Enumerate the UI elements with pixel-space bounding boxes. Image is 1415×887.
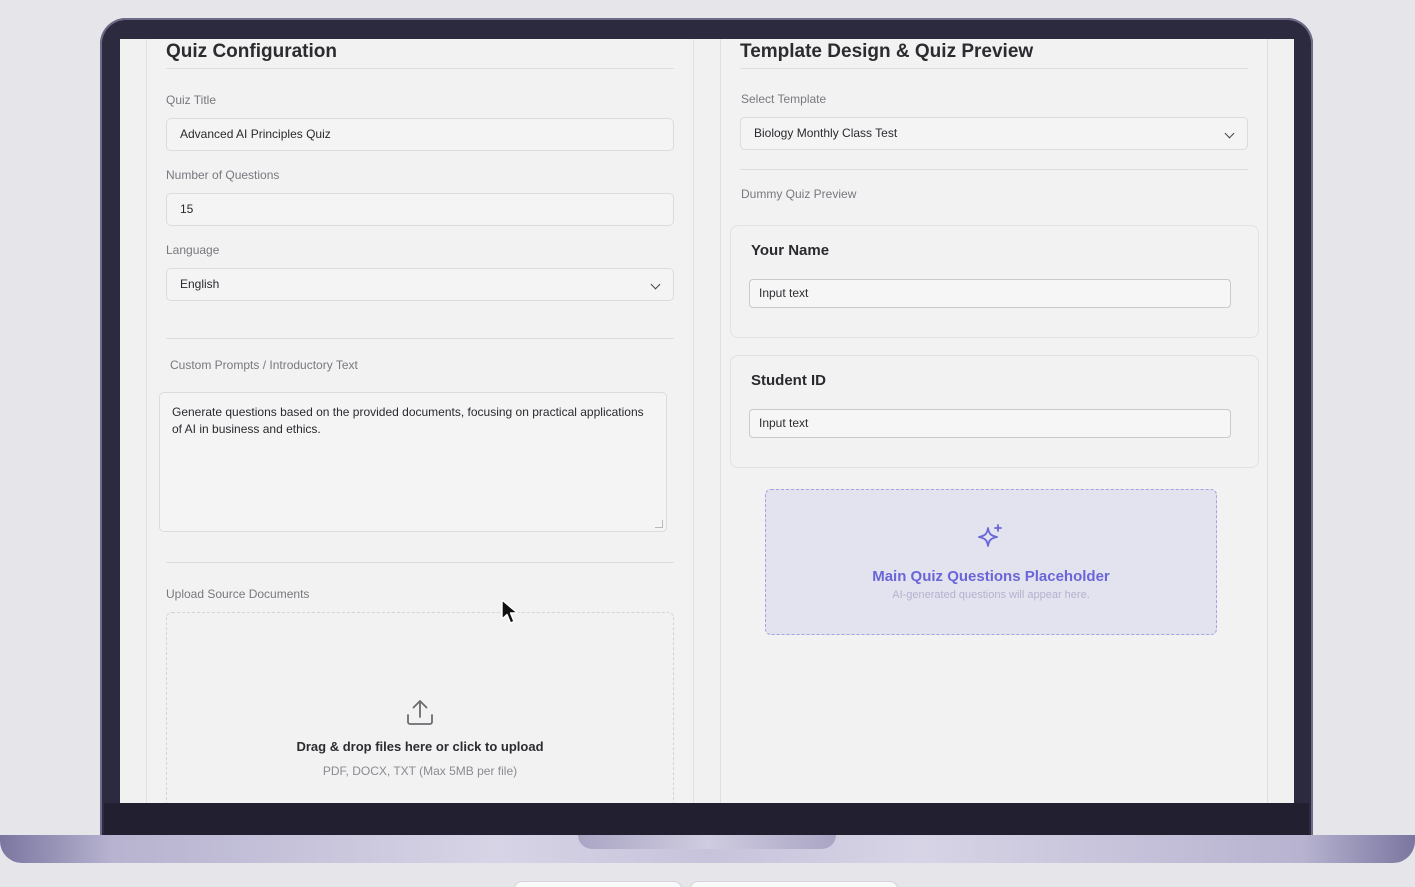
- prompts-divider: [166, 562, 674, 563]
- placeholder-title: Main Quiz Questions Placeholder: [872, 568, 1110, 585]
- template-selected-value: Biology Monthly Class Test: [754, 126, 898, 140]
- template-heading-divider: [740, 68, 1248, 69]
- config-heading: Quiz Configuration: [166, 41, 337, 62]
- name-card-title: Your Name: [751, 242, 830, 259]
- num-questions-label: Number of Questions: [166, 168, 280, 182]
- chevron-down-icon: [1224, 128, 1235, 139]
- laptop-bezel: [104, 803, 1309, 835]
- student-id-input[interactable]: Input text: [749, 409, 1231, 438]
- upload-label: Upload Source Documents: [166, 587, 310, 601]
- num-questions-input[interactable]: 15: [166, 193, 674, 226]
- quiz-configuration-panel: Quiz Configuration Quiz Title Advanced A…: [146, 39, 694, 803]
- select-template-label: Select Template: [741, 92, 827, 106]
- custom-prompts-textarea[interactable]: Generate questions based on the provided…: [159, 392, 667, 532]
- language-divider: [166, 338, 674, 339]
- preview-label: Dummy Quiz Preview: [741, 187, 857, 201]
- language-select[interactable]: English: [166, 268, 674, 301]
- mouse-pointer-icon: [501, 599, 519, 624]
- custom-prompts-text: Generate questions based on the provided…: [172, 405, 644, 436]
- config-heading-divider: [166, 68, 674, 69]
- resize-grip-icon[interactable]: [655, 520, 663, 528]
- student-id-card-title: Student ID: [751, 372, 826, 389]
- app-screen: Quiz Configuration Quiz Title Advanced A…: [120, 39, 1294, 803]
- stand-right: [690, 881, 898, 887]
- name-card: Your Name Input text: [730, 225, 1259, 338]
- upload-hint: PDF, DOCX, TXT (Max 5MB per file): [322, 764, 518, 778]
- upload-dropzone[interactable]: Drag & drop files here or click to uploa…: [166, 612, 674, 803]
- student-id-card: Student ID Input text: [730, 355, 1259, 468]
- language-label: Language: [166, 243, 220, 257]
- upload-title: Drag & drop files here or click to uploa…: [296, 739, 544, 754]
- template-select[interactable]: Biology Monthly Class Test: [740, 117, 1248, 150]
- sparkle-icon: [978, 524, 1002, 547]
- name-input[interactable]: Input text: [749, 279, 1231, 308]
- language-selected-value: English: [180, 277, 220, 291]
- template-heading: Template Design & Quiz Preview: [740, 41, 1034, 62]
- laptop-hinge-notch: [578, 835, 836, 849]
- quiz-title-input[interactable]: Advanced AI Principles Quiz: [166, 118, 674, 151]
- questions-placeholder: Main Quiz Questions Placeholder AI-gener…: [765, 489, 1217, 635]
- stand-left: [514, 881, 682, 887]
- placeholder-subtitle: AI-generated questions will appear here.: [892, 589, 1090, 601]
- template-preview-panel: Template Design & Quiz Preview Select Te…: [720, 39, 1268, 803]
- template-divider: [740, 169, 1248, 170]
- chevron-down-icon: [650, 279, 661, 290]
- upload-icon: [407, 700, 433, 725]
- quiz-title-label: Quiz Title: [166, 93, 217, 107]
- custom-prompts-label: Custom Prompts / Introductory Text: [170, 358, 358, 372]
